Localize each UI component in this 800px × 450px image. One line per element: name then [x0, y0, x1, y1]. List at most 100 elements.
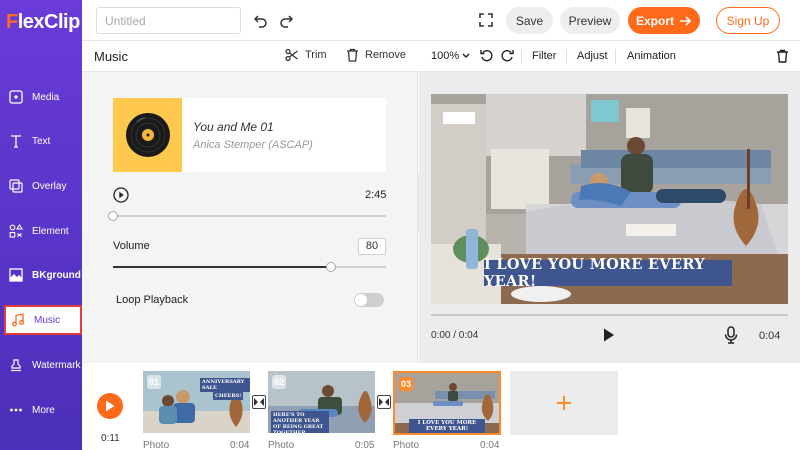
plus-icon: [557, 396, 571, 410]
volume-label: Volume: [113, 240, 150, 252]
undo-icon[interactable]: [252, 11, 270, 29]
sidebar-item-music[interactable]: Music: [4, 305, 82, 335]
clip-number: 03: [399, 377, 413, 391]
sidebar-item-label: Text: [32, 135, 51, 147]
clip-type-label: Photo: [143, 440, 170, 450]
preview-stage: I LOVE YOU MORE EVERY YEAR! 0:00 / 0:04 …: [419, 72, 800, 363]
project-title-input[interactable]: [96, 7, 241, 34]
preview-button[interactable]: Preview: [560, 7, 620, 34]
divider: [521, 49, 522, 64]
song-card[interactable]: You and Me 01 Anica Stemper (ASCAP): [113, 98, 386, 172]
flexclip-logo[interactable]: FlexClip: [6, 11, 80, 34]
remove-label: Remove: [365, 49, 406, 61]
trash-icon: [347, 48, 358, 62]
zoom-value: 100%: [431, 50, 460, 62]
clip-duration: 0:05: [355, 440, 375, 450]
timeline-play-button[interactable]: [97, 393, 123, 419]
timeline-clip-2[interactable]: 02 HERE'S TO ANOTHER YEAR OF BEING GREAT…: [268, 371, 375, 433]
clip-number: 02: [272, 375, 286, 389]
clip-duration: 0:04: [230, 440, 250, 450]
preview-progress-track[interactable]: [431, 314, 788, 316]
song-artist: Anica Stemper (ASCAP): [193, 139, 313, 151]
clip-duration: 0:04: [480, 440, 500, 450]
preview-play-button[interactable]: [602, 327, 616, 346]
sidebar-item-watermark[interactable]: Watermark: [0, 350, 82, 380]
preview-toolbar: 100% Filter Adjust Animation: [419, 41, 800, 72]
more-icon: [8, 402, 24, 418]
caption-text[interactable]: I LOVE YOU MORE EVERY YEAR!: [484, 256, 732, 290]
transition-icon: [379, 398, 389, 406]
trim-button[interactable]: Trim: [285, 48, 327, 62]
sidebar: FlexClip Media Text Overlay Element BKgr…: [0, 0, 82, 450]
microphone-icon[interactable]: [724, 326, 738, 347]
loop-playback-toggle[interactable]: [354, 293, 384, 307]
add-clip-button[interactable]: [510, 371, 618, 435]
song-title: You and Me 01: [193, 120, 274, 134]
loop-playback-label: Loop Playback: [116, 294, 189, 306]
export-button[interactable]: Export: [628, 7, 700, 34]
play-icon: [604, 328, 614, 342]
divider: [615, 49, 616, 64]
animation-button[interactable]: Animation: [627, 50, 676, 62]
divider: [566, 49, 567, 64]
clip-overlay-text: ANNIVERSARY SALE: [200, 378, 250, 392]
scissors-icon: [285, 48, 298, 62]
clip-type-label: Photo: [393, 440, 420, 450]
redo-icon[interactable]: [277, 11, 295, 29]
preview-duration: 0:04: [759, 330, 781, 342]
play-icon: [106, 400, 115, 412]
adjust-button[interactable]: Adjust: [577, 50, 608, 62]
zoom-select[interactable]: 100%: [431, 50, 470, 62]
clip-overlay-text: HERE'S TO ANOTHER YEAR OF BEING GREAT TO…: [271, 411, 329, 433]
sidebar-item-bkground[interactable]: BKground: [0, 260, 82, 290]
sidebar-item-overlay[interactable]: Overlay: [0, 171, 82, 201]
clip-type-label: Photo: [268, 440, 295, 450]
music-icon: [10, 312, 26, 328]
delete-icon[interactable]: [776, 49, 789, 66]
sign-up-button[interactable]: Sign Up: [716, 7, 780, 34]
sidebar-item-more[interactable]: More: [0, 395, 82, 425]
preview-photo[interactable]: I LOVE YOU MORE EVERY YEAR!: [431, 94, 788, 304]
music-progress-thumb[interactable]: [108, 211, 118, 221]
timeline: 0:11 01 ANNIVERSARY SALE CHEERS! Photo 0…: [82, 363, 800, 450]
music-play-button[interactable]: [113, 187, 129, 203]
trim-label: Trim: [305, 49, 327, 61]
save-button[interactable]: Save: [506, 7, 553, 34]
vinyl-record-icon: [125, 113, 170, 157]
top-bar: Save Preview Export Sign Up: [82, 0, 800, 41]
preview-time: 0:00 / 0:04: [431, 330, 479, 341]
rotate-left-icon[interactable]: [480, 49, 494, 66]
sidebar-item-media[interactable]: Media: [0, 82, 82, 112]
music-progress-track[interactable]: [113, 215, 386, 217]
transition-icon: [254, 398, 264, 406]
volume-fill: [113, 266, 331, 268]
media-icon: [8, 89, 24, 105]
export-label: Export: [635, 13, 674, 28]
transition-button[interactable]: [377, 395, 391, 409]
music-panel-header: Music Trim Remove: [82, 41, 418, 72]
timeline-clip-1[interactable]: 01 ANNIVERSARY SALE CHEERS!: [143, 371, 250, 433]
sidebar-item-label: BKground: [32, 269, 81, 281]
transition-button[interactable]: [252, 395, 266, 409]
watermark-icon: [8, 357, 24, 373]
clip-number: 01: [147, 375, 161, 389]
timeline-total-time: 0:11: [101, 433, 120, 444]
sidebar-item-label: Media: [32, 91, 60, 103]
filter-button[interactable]: Filter: [532, 50, 556, 62]
clip-overlay-text: I LOVE YOU MORE EVERY YEAR!: [409, 419, 485, 433]
sidebar-item-label: Overlay: [32, 180, 67, 192]
text-icon: [8, 133, 24, 149]
arrow-right-icon: [680, 15, 692, 26]
clip-overlay-text: CHEERS!: [213, 392, 244, 400]
timeline-clip-3[interactable]: 03 I LOVE YOU MORE EVERY YEAR!: [393, 371, 501, 435]
sidebar-item-label: More: [32, 404, 55, 416]
remove-button[interactable]: Remove: [346, 48, 406, 62]
fullscreen-icon[interactable]: [477, 11, 495, 29]
play-circle-icon: [113, 187, 129, 203]
sidebar-item-text[interactable]: Text: [0, 126, 82, 156]
volume-thumb[interactable]: [326, 262, 336, 272]
rotate-right-icon[interactable]: [500, 49, 514, 66]
sidebar-item-element[interactable]: Element: [0, 216, 82, 246]
volume-value[interactable]: 80: [358, 238, 386, 255]
sidebar-item-label: Element: [32, 225, 69, 237]
